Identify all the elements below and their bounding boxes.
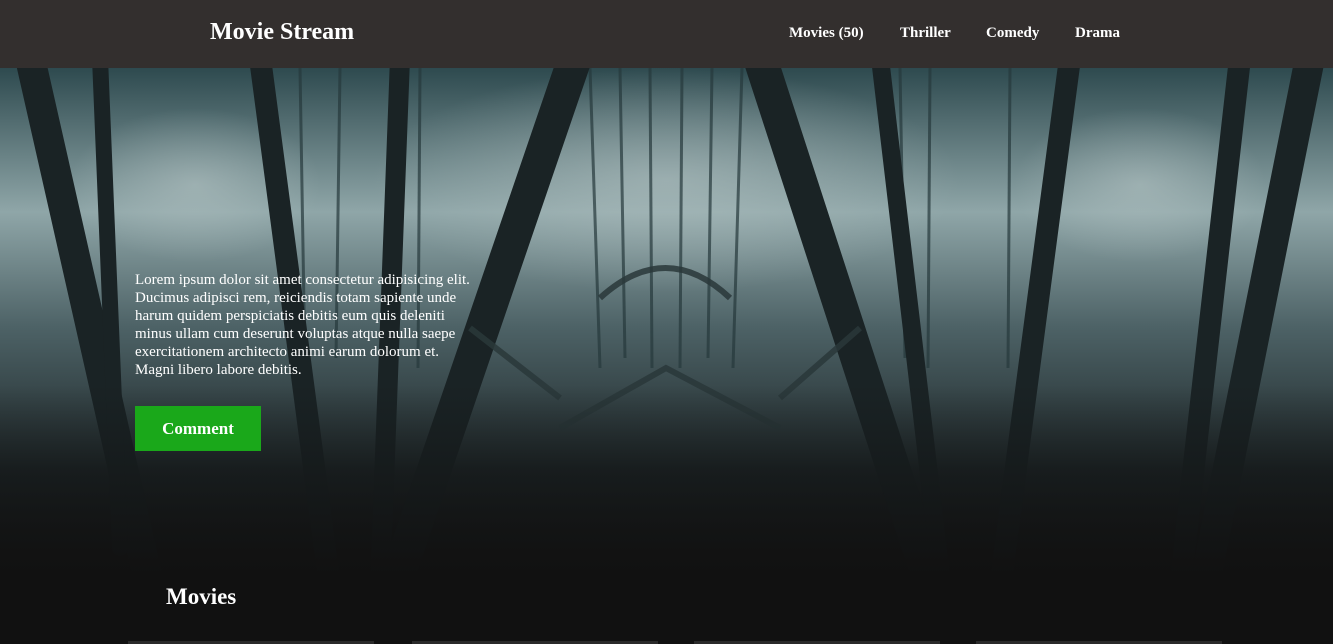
- nav-link-comedy[interactable]: Comedy: [986, 25, 1039, 42]
- nav-link-drama[interactable]: Drama: [1075, 25, 1120, 42]
- comment-button[interactable]: Comment: [135, 406, 261, 451]
- movies-section-title: Movies: [166, 584, 237, 609]
- brand-logo-text[interactable]: Movie Stream: [210, 19, 354, 46]
- hero-description: Lorem ipsum dolor sit amet consectetur a…: [135, 272, 470, 378]
- hero-banner: Lorem ipsum dolor sit amet consectetur a…: [0, 68, 1333, 644]
- nav-link-movies[interactable]: Movies (50): [789, 25, 864, 42]
- top-navbar: Movie Stream Movies (50) Thriller Comedy…: [0, 0, 1333, 68]
- nav-link-thriller[interactable]: Thriller: [900, 25, 951, 42]
